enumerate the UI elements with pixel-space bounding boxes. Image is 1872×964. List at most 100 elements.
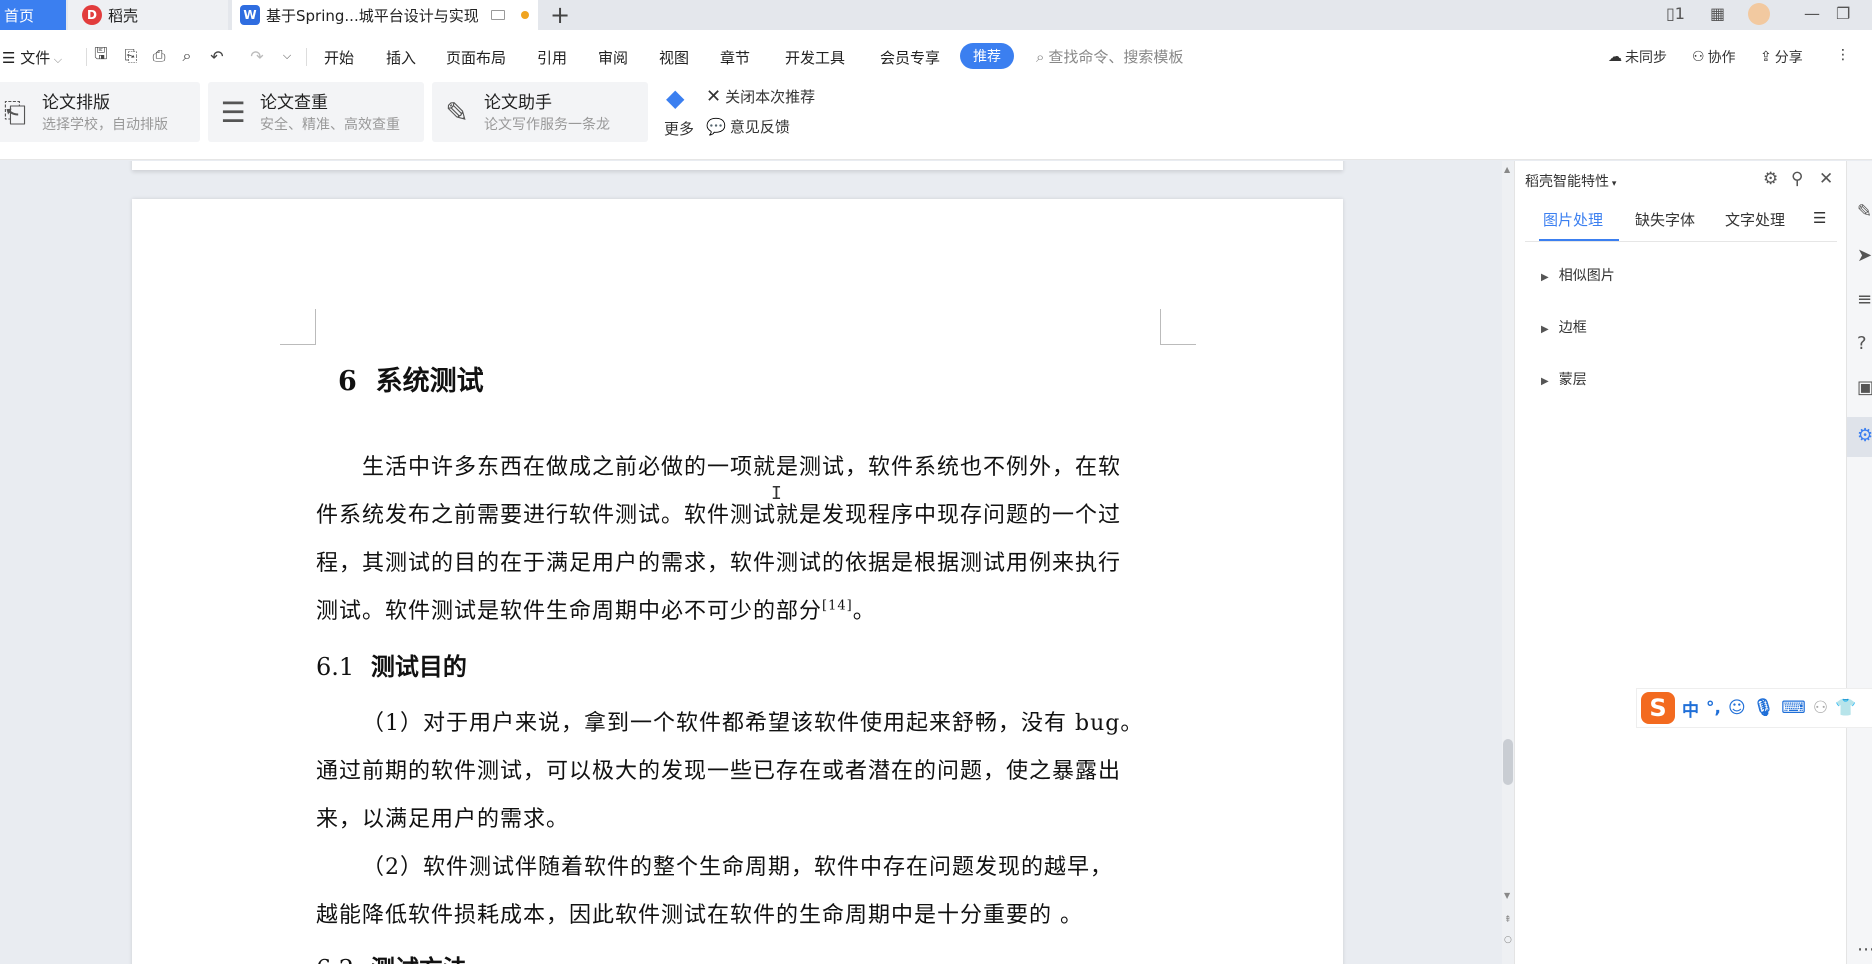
tab-home[interactable]: 首页 — [0, 0, 66, 30]
chat-bubble-icon: 💬 — [706, 117, 726, 136]
smart-feature-icon[interactable]: ⚙ — [1857, 425, 1872, 446]
file-menu[interactable]: ☰ 文件 ⌵ — [2, 47, 62, 68]
menu-developer[interactable]: 开发工具 — [785, 47, 845, 68]
feedback-button[interactable]: 💬 意见反馈 — [706, 116, 790, 137]
tab-missing-fonts[interactable]: 缺失字体 — [1635, 209, 1695, 230]
panel-item-label: 相似图片 — [1558, 268, 1615, 284]
paper-assistant-title: 论文助手 — [484, 93, 552, 113]
prev-page-icon[interactable]: ⇞ — [1504, 915, 1512, 925]
export-pdf-icon[interactable]: ⎘ — [122, 46, 140, 65]
tab-home-label: 首页 — [4, 6, 35, 25]
pen-icon[interactable]: ✎ — [1857, 201, 1872, 222]
gear-icon[interactable]: ⚙ — [1763, 169, 1778, 189]
help-icon[interactable]: ? — [1857, 333, 1867, 354]
quick-access-more-icon[interactable]: ⌵ — [278, 47, 296, 65]
skin-icon[interactable]: 👕 — [1835, 698, 1856, 718]
collaborate-button[interactable]: ⚇ 协作 — [1692, 47, 1736, 67]
close-icon: ✕ — [706, 86, 722, 107]
ime-mode[interactable]: 中 — [1682, 696, 1699, 721]
active-tab-indicator — [1539, 239, 1619, 241]
save-icon[interactable]: 🖫 — [92, 44, 110, 65]
select-browse-icon[interactable]: ○ — [1504, 935, 1512, 945]
menu-chapter[interactable]: 章节 — [720, 47, 750, 68]
caret-down-icon: ▾ — [1609, 179, 1617, 189]
panel-title-label: 稻壳智能特性 — [1525, 174, 1609, 190]
tab-bar: 首页 D 稻壳 W 基于Spring...城平台设计与实现 + ▯1 ▦ — ❐ — [0, 0, 1872, 30]
paragraph-line: 生活中许多东西在做成之前必做的一项就是测试，软件系统也不例外，在软 — [362, 455, 1122, 480]
grid-apps-icon[interactable]: ▦ — [1710, 4, 1725, 23]
menu-member[interactable]: 会员专享 — [880, 47, 940, 68]
paragraph-line: 测试。软件测试是软件生命周期中必不可少的部分[14]。 — [316, 593, 1160, 625]
restore-icon[interactable]: ❐ — [1836, 4, 1850, 23]
scroll-thumb[interactable] — [1503, 739, 1513, 785]
close-icon[interactable]: ✕ — [1819, 169, 1833, 189]
panel-title[interactable]: 稻壳智能特性 ▾ — [1525, 171, 1616, 191]
avatar[interactable] — [1748, 3, 1770, 25]
command-search[interactable]: ⌕ 查找命令、搜索模板 — [1036, 46, 1183, 67]
plagiarism-check-icon: ☰ — [220, 96, 246, 129]
share-button[interactable]: ⇪ 分享 — [1760, 47, 1803, 67]
more-button[interactable]: 更多 — [664, 118, 694, 139]
tab-image-processing[interactable]: 图片处理 — [1543, 209, 1603, 230]
panel-item-border[interactable]: ▶ 边框 — [1541, 317, 1587, 337]
menu-view[interactable]: 视图 — [659, 47, 689, 68]
paper-assistant-card[interactable]: ✎ 论文助手 论文写作服务一条龙 — [432, 82, 648, 142]
plagiarism-check-card[interactable]: ☰ 论文查重 安全、精准、高效查重 — [208, 82, 424, 142]
image-icon[interactable]: ▣ — [1857, 377, 1872, 398]
paper-format-subtitle: 选择学校，自动排版 — [42, 117, 168, 133]
close-recommend-button[interactable]: ✕ 关闭本次推荐 — [706, 86, 815, 107]
scroll-down-icon[interactable]: ▼ — [1504, 891, 1510, 900]
new-tab-button[interactable]: + — [548, 0, 572, 30]
pointer-icon[interactable]: ➤ — [1857, 245, 1872, 266]
undo-icon[interactable]: ↶ — [208, 47, 226, 66]
emoji-icon[interactable]: ☺ — [1728, 698, 1746, 718]
cloud-icon: ☁ — [1608, 49, 1622, 65]
more-icon[interactable]: ⋯ — [1857, 939, 1872, 960]
menu-list-icon[interactable]: ☰ — [1813, 209, 1826, 227]
menu-start[interactable]: 开始 — [324, 47, 354, 68]
more-options-icon[interactable]: ⋮ — [1836, 47, 1850, 63]
menu-recommend[interactable]: 推荐 — [960, 43, 1014, 69]
panel-item-mask[interactable]: ▶ 蒙层 — [1541, 369, 1587, 389]
sogou-logo-icon[interactable]: S — [1641, 692, 1675, 724]
hamburger-icon: ☰ — [2, 49, 21, 67]
tab-document[interactable]: W 基于Spring...城平台设计与实现 — [232, 0, 538, 30]
sync-status[interactable]: ☁ 未同步 — [1608, 47, 1667, 67]
close-recommend-label: 关闭本次推荐 — [725, 88, 816, 106]
vertical-scrollbar[interactable]: ▲ ▼ ⇞ ○ — [1502, 161, 1514, 964]
collaborate-label: 协作 — [1707, 50, 1736, 66]
panel-item-label: 边框 — [1558, 320, 1587, 336]
redo-icon[interactable]: ↷ — [248, 47, 266, 66]
ribbon: ⎗ 论文排版 选择学校，自动排版 ☰ 论文查重 安全、精准、高效查重 ✎ 论文助… — [0, 82, 1872, 160]
microphone-icon[interactable]: 🎙 — [1753, 698, 1775, 718]
menu-review[interactable]: 审阅 — [598, 47, 628, 68]
menu-page-layout[interactable]: 页面布局 — [446, 47, 506, 68]
print-preview-icon[interactable]: ⌕ — [178, 46, 196, 65]
menu-references[interactable]: 引用 — [537, 47, 567, 68]
smart-features-panel: 稻壳智能特性 ▾ ⚙ ⚲ ✕ 图片处理 缺失字体 文字处理 ☰ ▶ 相似图片 ▶ 边… — [1514, 161, 1846, 964]
paper-format-card[interactable]: ⎗ 论文排版 选择学校，自动排版 — [0, 82, 200, 142]
paragraph-line: （1）对于用户来说，拿到一个软件都希望该软件使用起来舒畅，没有 bug。 — [362, 711, 1144, 736]
print-icon[interactable]: ⎙ — [150, 46, 168, 65]
document-page[interactable]: 6 系统测试 生活中许多东西在做成之前必做的一项就是测试，软件系统也不例外，在软… — [132, 199, 1343, 964]
minimize-icon[interactable]: — — [1804, 4, 1820, 23]
margin-marker — [1160, 309, 1196, 345]
reading-mode-icon[interactable]: ▯1 — [1666, 4, 1685, 23]
tab-docer[interactable]: D 稻壳 — [68, 0, 228, 30]
heading-1: 6 系统测试 — [338, 359, 484, 398]
user-icon[interactable]: ⚇ — [1813, 698, 1828, 718]
tab-text-processing[interactable]: 文字处理 — [1725, 209, 1785, 230]
scroll-up-icon[interactable]: ▲ — [1504, 165, 1510, 174]
monitor-icon[interactable] — [490, 10, 505, 20]
pin-icon[interactable]: ⚲ — [1791, 169, 1803, 189]
menu-insert[interactable]: 插入 — [386, 47, 416, 68]
paper-assistant-subtitle: 论文写作服务一条龙 — [484, 117, 610, 133]
document-canvas[interactable]: 6 系统测试 生活中许多东西在做成之前必做的一项就是测试，软件系统也不例外，在软… — [0, 161, 1502, 964]
panel-item-similar-images[interactable]: ▶ 相似图片 — [1541, 265, 1615, 285]
paragraph-line: 程，其测试的目的在于满足用户的需求，软件测试的依据是根据测试用例来执行 — [316, 551, 1122, 576]
share-icon: ⇪ — [1760, 49, 1772, 65]
keyboard-icon[interactable]: ⌨ — [1781, 698, 1806, 718]
sliders-icon[interactable]: ≡ — [1857, 289, 1872, 310]
apps-grid-icon[interactable]: ◆ — [666, 84, 684, 112]
ime-punctuation[interactable]: °, — [1706, 698, 1721, 718]
